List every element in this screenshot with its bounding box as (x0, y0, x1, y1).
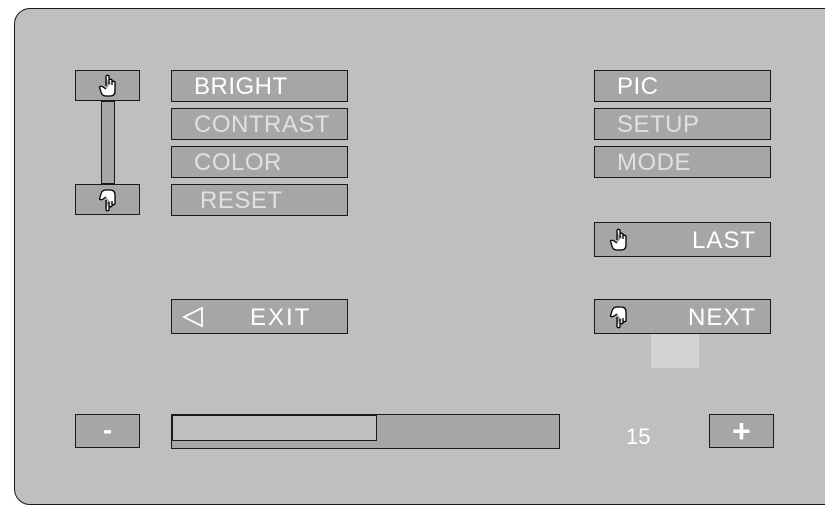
level-slider-fill (172, 415, 377, 441)
hand-pointing-up-icon (98, 74, 116, 97)
menu-item-label: COLOR (194, 149, 282, 176)
hand-pointing-up-icon (609, 228, 627, 251)
next-label: NEXT (687, 304, 756, 331)
nav-item-pic[interactable]: PIC (594, 70, 771, 102)
decrease-button[interactable]: - (75, 414, 140, 448)
level-slider[interactable] (171, 414, 560, 449)
hand-pointing-down-icon (98, 189, 116, 212)
highlight-block (651, 334, 699, 368)
menu-item-bright[interactable]: BRIGHT (171, 70, 348, 102)
nav-item-setup[interactable]: SETUP (594, 108, 771, 140)
exit-button[interactable]: EXIT (171, 299, 348, 334)
level-value: 15 (626, 424, 651, 449)
menu-scroll-track[interactable] (101, 101, 115, 184)
increase-label: + (732, 413, 751, 449)
menu-item-label: BRIGHT (194, 73, 288, 100)
menu-item-color[interactable]: COLOR (171, 146, 348, 178)
scroll-up-button[interactable] (75, 70, 140, 101)
menu-item-label: CONTRAST (194, 111, 330, 138)
last-button[interactable]: LAST (594, 222, 771, 257)
left-triangle-icon (182, 306, 203, 328)
hand-pointing-down-icon (609, 306, 627, 329)
increase-button[interactable]: + (709, 414, 774, 448)
nav-item-mode[interactable]: MODE (594, 146, 771, 178)
menu-item-contrast[interactable]: CONTRAST (171, 108, 348, 140)
decrease-label: - (102, 414, 113, 445)
menu-item-reset[interactable]: RESET (171, 184, 348, 216)
exit-label: EXIT (250, 304, 312, 331)
menu-item-label: RESET (200, 187, 283, 214)
last-label: LAST (691, 227, 756, 254)
nav-item-label: SETUP (617, 111, 700, 138)
nav-item-label: PIC (617, 73, 659, 100)
next-button[interactable]: NEXT (594, 299, 771, 334)
scroll-down-button[interactable] (75, 184, 140, 215)
nav-item-label: MODE (617, 149, 691, 176)
